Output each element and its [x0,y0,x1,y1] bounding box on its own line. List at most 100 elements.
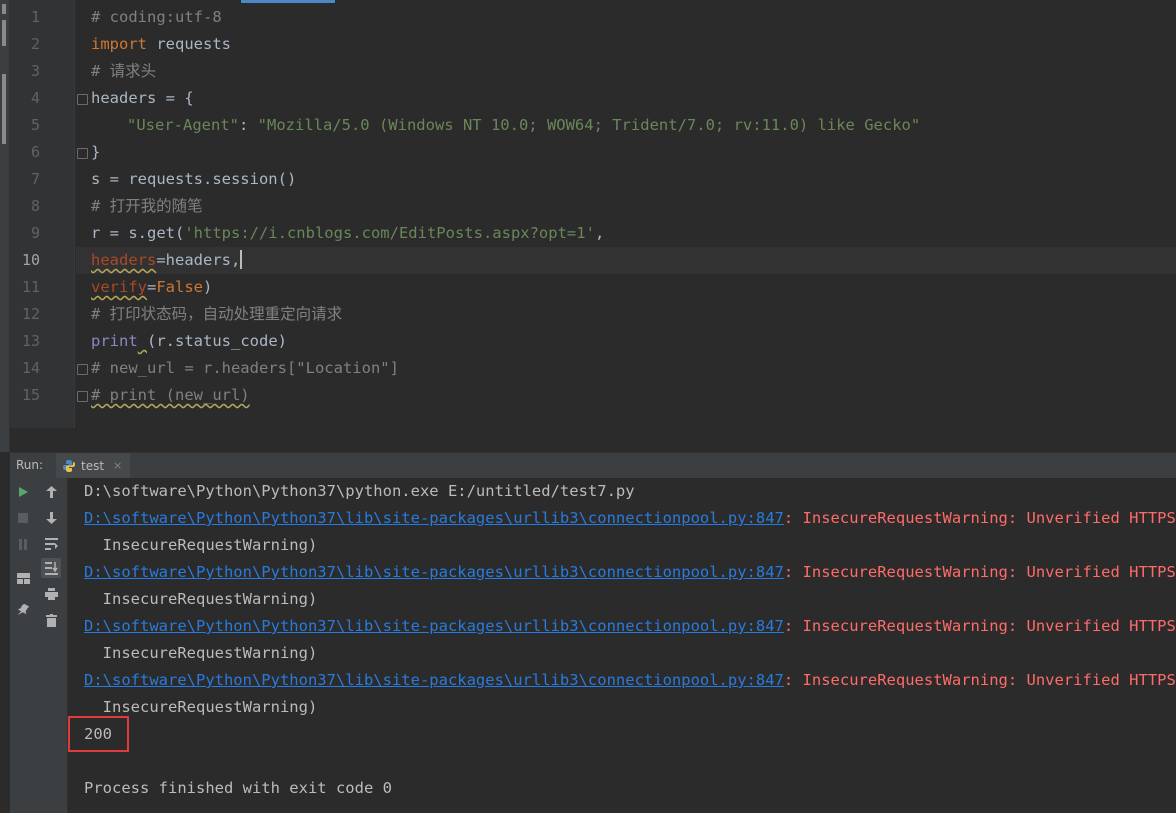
annotation-highlight-box [68,716,129,752]
param-token: headers [91,251,157,269]
active-tab-indicator [241,0,335,3]
code-line[interactable]: # print (new_url) [91,382,250,409]
code-token: : [238,116,258,134]
code-line-current[interactable]: headers=headers, [91,247,243,274]
console-warning-line: D:\software\Python\Python37\lib\site-pac… [84,613,1176,640]
code-token: = [147,278,157,296]
fold-toggle-icon[interactable] [77,391,88,402]
file-link[interactable]: D:\software\Python\Python37\lib\site-pac… [84,671,784,689]
code-token: } [91,143,101,161]
console-warning-line: D:\software\Python\Python37\lib\site-pac… [84,667,1176,694]
console-warning-tail: InsecureRequestWarning) [84,644,318,662]
stop-icon[interactable] [13,508,33,528]
warning-text: : InsecureRequestWarning: Unverified HTT… [783,509,1176,527]
layout-icon[interactable] [13,568,33,588]
soft-wrap-icon[interactable] [41,534,61,554]
code-token: , [594,224,605,242]
comment-token: # new_url = r.headers["Location"] [91,359,399,377]
process-exit-message: Process finished with exit code 0 [84,779,392,797]
code-token: s = requests.session() [91,170,297,188]
run-tab-label: test [81,458,105,473]
line-number: 7 [30,170,40,188]
close-icon[interactable]: × [113,459,122,472]
line-number: 2 [30,35,40,53]
code-line[interactable]: verify=False) [91,274,212,301]
code-line[interactable]: r = s.get('https://i.cnblogs.com/EditPos… [91,220,604,247]
comment-token: # coding:utf-8 [91,8,222,26]
code-token: ) [203,278,213,296]
line-number: 8 [30,197,40,215]
param-token: verify [91,278,147,296]
warning-text: : InsecureRequestWarning: Unverified HTT… [783,671,1176,689]
run-panel-header: Run: test × [10,452,1176,479]
line-number-current: 10 [21,251,40,269]
pin-icon[interactable] [13,600,33,620]
line-number: 4 [30,89,40,107]
run-toolbar [10,478,68,813]
console-warning-tail: InsecureRequestWarning) [84,590,318,608]
code-line[interactable]: # coding:utf-8 [91,4,222,31]
arrow-down-icon[interactable] [41,508,61,528]
fold-toggle-icon[interactable] [77,94,88,105]
code-line[interactable]: } [91,139,100,166]
builtin-token: print [91,332,138,350]
line-number: 14 [21,359,40,377]
code-line[interactable]: # 打印状态码，自动处理重定向请求 [91,301,342,328]
line-number: 15 [21,386,40,404]
console-command-line: D:\software\Python\Python37\python.exe E… [84,482,635,500]
print-icon[interactable] [41,584,61,604]
code-token: r = s.get( [91,224,185,242]
line-number: 9 [30,224,40,242]
line-number: 5 [30,116,40,134]
structure-tool-label[interactable] [2,74,6,144]
code-line[interactable]: print (r.status_code) [91,328,287,355]
project-tool-icon[interactable] [2,4,6,14]
line-number: 1 [30,8,40,26]
code-line[interactable]: # 打开我的随笔 [91,193,203,220]
comment-token: # 请求头 [91,62,157,80]
code-line[interactable]: # new_url = r.headers["Location"] [91,355,399,382]
code-line[interactable]: import requests [91,31,231,58]
project-tool-label[interactable] [2,20,6,46]
console-warning-line: D:\software\Python\Python37\lib\site-pac… [84,505,1176,532]
left-tool-strip[interactable] [0,0,10,452]
trash-icon[interactable] [41,610,61,630]
line-number-gutter: 1 2 3 4 5 6 7 8 9 10 11 12 13 14 15 [10,0,75,428]
python-icon [63,459,75,472]
console-output[interactable]: D:\software\Python\Python37\python.exe E… [68,478,1176,813]
comment-token: # 打印状态码，自动处理重定向请求 [91,305,343,323]
string-token: "User-Agent" [127,116,239,134]
run-tab-test[interactable]: test × [56,453,131,478]
file-link[interactable]: D:\software\Python\Python37\lib\site-pac… [84,563,784,581]
pause-icon[interactable] [13,534,33,554]
warning-text: : InsecureRequestWarning: Unverified HTT… [783,563,1176,581]
code-line[interactable]: headers = { [91,85,194,112]
line-number: 6 [30,143,40,161]
rerun-icon[interactable] [13,482,33,502]
run-label: Run: [16,458,44,472]
comment-token: # 打开我的随笔 [91,197,203,215]
code-editor[interactable]: 1 2 3 4 5 6 7 8 9 10 11 12 13 14 15 # co… [10,0,1176,428]
code-token: requests [147,35,231,53]
string-token: "Mozilla/5.0 (Windows NT 10.0; WOW64; Tr… [257,116,921,134]
code-token: =headers, [156,251,241,269]
scroll-to-end-icon[interactable] [41,558,61,578]
comment-token: # print (new_url) [91,386,250,404]
file-link[interactable]: D:\software\Python\Python37\lib\site-pac… [84,509,784,527]
line-number: 13 [21,332,40,350]
line-number: 12 [21,305,40,323]
code-line[interactable]: # 请求头 [91,58,156,85]
arrow-up-icon[interactable] [41,482,61,502]
keyword-token: False [156,278,204,296]
code-line[interactable]: "User-Agent": "Mozilla/5.0 (Windows NT 1… [127,112,920,139]
line-number: 3 [30,62,40,80]
line-number: 11 [21,278,40,296]
code-line[interactable]: s = requests.session() [91,166,296,193]
fold-toggle-icon[interactable] [77,364,88,375]
code-token: headers = { [91,89,194,107]
file-link[interactable]: D:\software\Python\Python37\lib\site-pac… [84,617,784,635]
fold-toggle-icon[interactable] [77,148,88,159]
keyword-token: import [91,35,147,53]
code-token: (r.status_code) [147,332,287,350]
